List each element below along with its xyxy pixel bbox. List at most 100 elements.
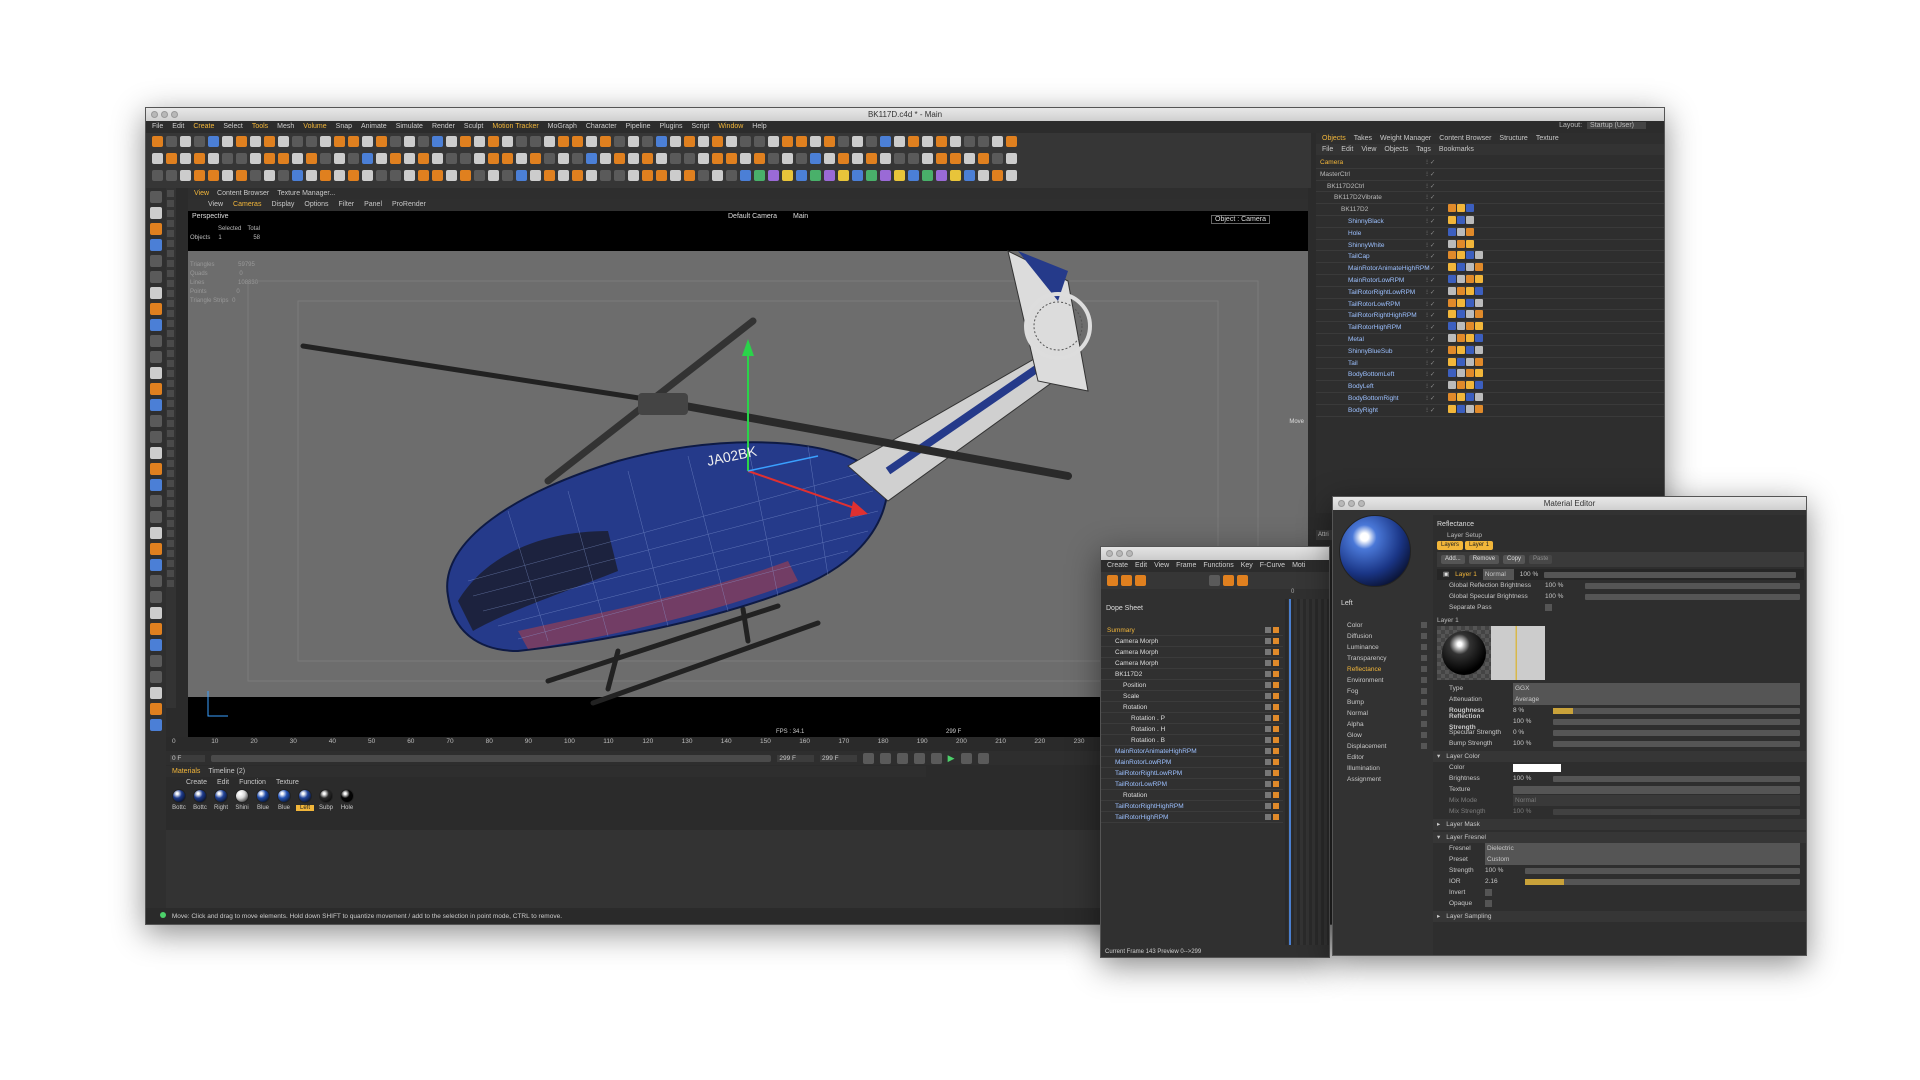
toolbar-tool-icon[interactable] — [530, 170, 541, 181]
toolbar-tool-icon[interactable] — [474, 170, 485, 181]
toolbar-tool-icon[interactable] — [278, 153, 289, 164]
menu-tools[interactable]: Tools — [252, 121, 268, 133]
palette-mini-icon[interactable] — [167, 200, 174, 207]
toolbar-tool-icon[interactable] — [530, 153, 541, 164]
toolbar-tool-icon[interactable] — [250, 153, 261, 164]
toolbar-tool-icon[interactable] — [222, 170, 233, 181]
palette-mini-icon[interactable] — [167, 260, 174, 267]
tag-icon[interactable] — [1448, 345, 1456, 354]
viewport-menu-item[interactable]: Cameras — [233, 199, 261, 211]
tag-icon[interactable] — [1457, 274, 1465, 283]
dope-row-solo-icon[interactable] — [1273, 814, 1279, 820]
object-tree-row[interactable]: ShinnyBlack ⁝ ✓ — [1316, 215, 1664, 228]
fresnel-field[interactable]: Fresnel Dielectric — [1433, 843, 1806, 854]
palette-mini-icon[interactable] — [167, 510, 174, 517]
palette-tool-icon[interactable] — [150, 399, 162, 411]
toolbar-tool-icon[interactable] — [754, 136, 765, 147]
dope-row-lock-icon[interactable] — [1265, 704, 1271, 710]
object-tree-row[interactable]: BK117D2 ⁝ ✓ — [1316, 204, 1664, 216]
toolbar-tool-icon[interactable] — [810, 153, 821, 164]
object-visibility-dots[interactable]: ⁝ ✓ — [1426, 228, 1448, 239]
palette-mini-icon[interactable] — [167, 540, 174, 547]
toolbar-tool-icon[interactable] — [446, 170, 457, 181]
toolbar-tool-icon[interactable] — [908, 153, 919, 164]
toolbar-tool-icon[interactable] — [474, 136, 485, 147]
material-swatch[interactable]: Bottc — [191, 789, 209, 829]
channel-bump[interactable]: Bump — [1333, 697, 1433, 708]
palette-tool-icon[interactable] — [150, 607, 162, 619]
channel-checkbox[interactable] — [1421, 644, 1427, 650]
strength-field[interactable]: Strength 100 % — [1433, 865, 1806, 876]
palette-mini-icon[interactable] — [167, 470, 174, 477]
dope-sheet-row[interactable]: TailRotorHighRPM — [1101, 812, 1283, 823]
tag-icon[interactable] — [1457, 392, 1465, 401]
dope-row-solo-icon[interactable] — [1273, 781, 1279, 787]
toolbar-tool-icon[interactable] — [208, 136, 219, 147]
menu-window[interactable]: Window — [718, 121, 743, 133]
toolbar-tool-icon[interactable] — [362, 153, 373, 164]
toolbar-tool-icon[interactable] — [600, 170, 611, 181]
toolbar-tool-icon[interactable] — [614, 153, 625, 164]
object-manager-tab[interactable]: Structure — [1499, 133, 1527, 144]
toolbar-tool-icon[interactable] — [656, 153, 667, 164]
toolbar-tool-icon[interactable] — [866, 153, 877, 164]
strength-value[interactable]: 100 % — [1485, 865, 1519, 876]
dope-row-lock-icon[interactable] — [1265, 759, 1271, 765]
tag-icon[interactable] — [1457, 251, 1465, 260]
toolbar-tool-icon[interactable] — [642, 136, 653, 147]
toolbar-tool-icon[interactable] — [376, 170, 387, 181]
object-tree-row[interactable]: Tail ⁝ ✓ — [1316, 357, 1664, 370]
menu-snap[interactable]: Snap — [336, 121, 352, 133]
channel-checkbox[interactable] — [1421, 743, 1427, 749]
object-visibility-dots[interactable]: ⁝ ✓ — [1426, 204, 1448, 215]
object-tree-row[interactable]: MainRotorAnimateHighRPM ⁝ ✓ — [1316, 263, 1664, 275]
toolbar-tool-icon[interactable] — [404, 136, 415, 147]
toolbar-tool-icon[interactable] — [810, 136, 821, 147]
tag-icon[interactable] — [1466, 345, 1474, 354]
tag-icon[interactable] — [1475, 404, 1483, 413]
toolbar-tool-icon[interactable] — [740, 136, 751, 147]
bump-strength-value[interactable]: 100 % — [1513, 738, 1547, 749]
tag-icon[interactable] — [1466, 404, 1474, 413]
tag-icon[interactable] — [1475, 357, 1483, 366]
palette-tool-icon[interactable] — [150, 367, 162, 379]
toolbar-tool-icon[interactable] — [908, 170, 919, 181]
object-visibility-dots[interactable]: ⁝ ✓ — [1426, 369, 1448, 380]
toolbar-tool-icon[interactable] — [180, 170, 191, 181]
tag-icon[interactable] — [1457, 286, 1465, 295]
autokey-icon[interactable] — [879, 752, 891, 764]
object-visibility-dots[interactable]: ⁝ ✓ — [1426, 405, 1448, 416]
palette-mini-icon[interactable] — [167, 240, 174, 247]
dope-row-solo-icon[interactable] — [1273, 693, 1279, 699]
layer-tab[interactable]: Layers — [1437, 541, 1464, 550]
menu-character[interactable]: Character — [586, 121, 617, 133]
toolbar-tool-icon[interactable] — [964, 170, 975, 181]
record-key-icon[interactable] — [862, 752, 874, 764]
tag-icon[interactable] — [1457, 239, 1465, 248]
toolbar-tool-icon[interactable] — [894, 153, 905, 164]
toolbar-tool-icon[interactable] — [558, 153, 569, 164]
toolbar-tool-icon[interactable] — [348, 153, 359, 164]
dope-sheet-menu-item[interactable]: Key — [1241, 560, 1253, 572]
toolbar-tool-icon[interactable] — [418, 153, 429, 164]
dope-sheet-row[interactable]: TailRotorRightHighRPM — [1101, 801, 1283, 812]
object-tree-row[interactable]: TailCap ⁝ ✓ — [1316, 251, 1664, 264]
channel-checkbox[interactable] — [1421, 699, 1427, 705]
menu-file[interactable]: File — [152, 121, 163, 133]
viewport-menu-item[interactable]: Filter — [339, 199, 355, 211]
toolbar-tool-icon[interactable] — [320, 136, 331, 147]
dope-row-solo-icon[interactable] — [1273, 704, 1279, 710]
object-tree-row[interactable]: ShinnyWhite ⁝ ✓ — [1316, 239, 1664, 252]
channel-checkbox[interactable] — [1421, 732, 1427, 738]
toolbar-tool-icon[interactable] — [194, 136, 205, 147]
palette-mini-icon[interactable] — [167, 420, 174, 427]
dope-sheet-menu-item[interactable]: Moti — [1292, 560, 1305, 572]
global-refl-val[interactable]: 100 % — [1545, 580, 1579, 591]
object-visibility-dots[interactable]: ⁝ ✓ — [1426, 358, 1448, 369]
dope-sheet-menu-item[interactable]: Frame — [1176, 560, 1196, 572]
toolbar-tool-icon[interactable] — [838, 136, 849, 147]
palette-tool-icon[interactable] — [150, 207, 162, 219]
toolbar-tool-icon[interactable] — [824, 170, 835, 181]
dope-close-button[interactable] — [1106, 550, 1113, 557]
toolbar-tool-icon[interactable] — [488, 136, 499, 147]
